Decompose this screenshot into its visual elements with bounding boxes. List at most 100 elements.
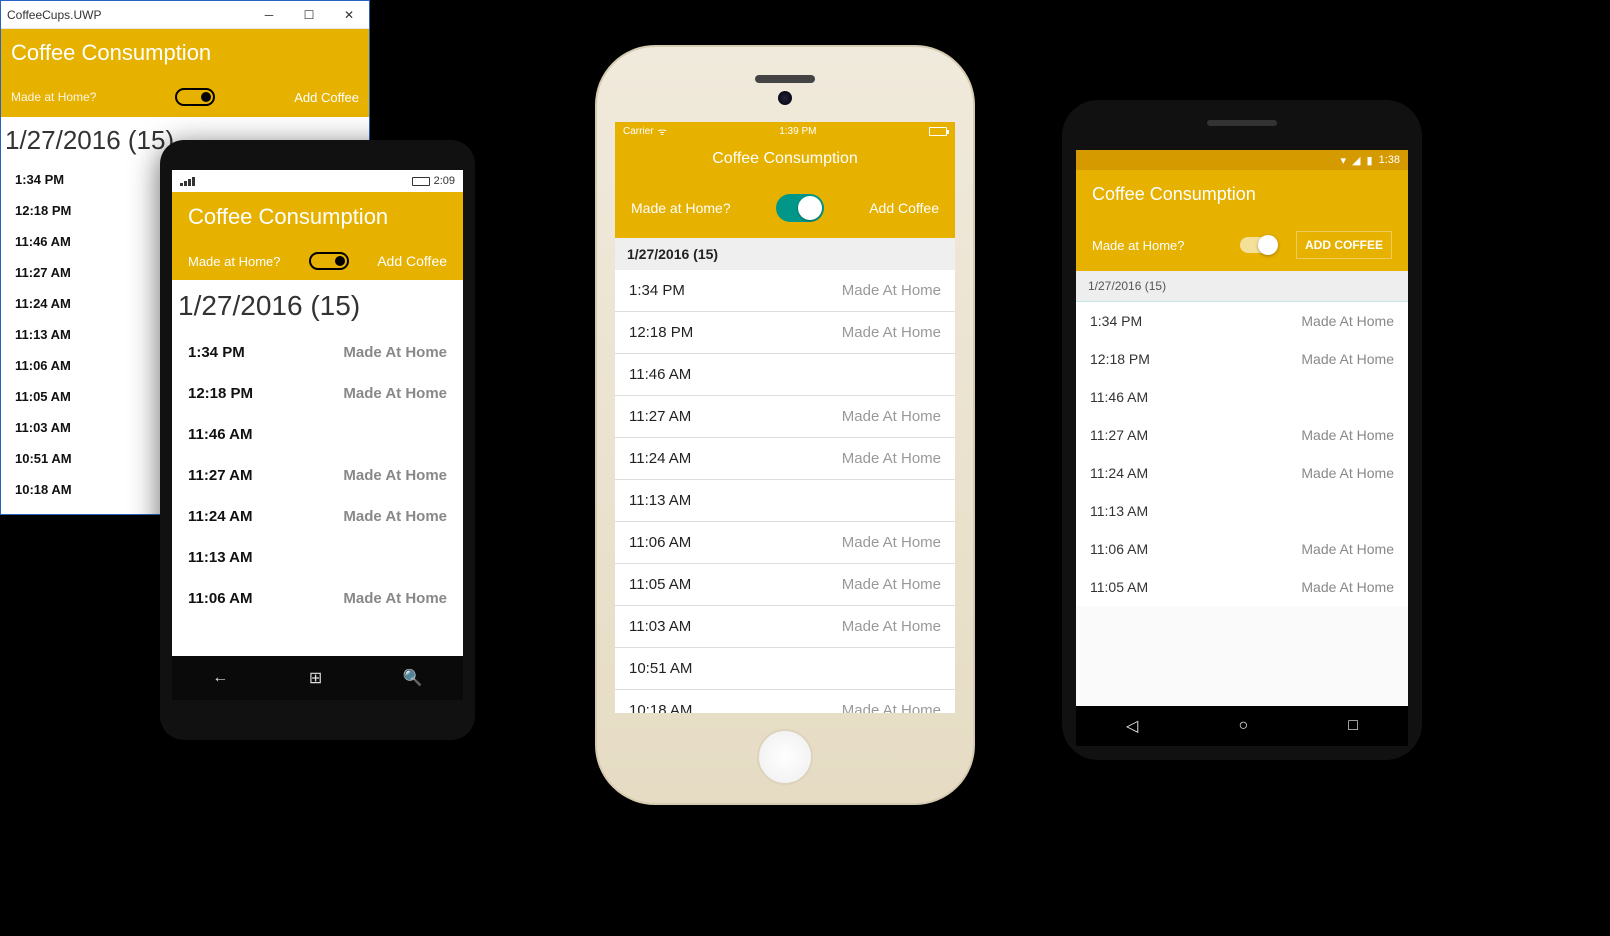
- list-item[interactable]: 1:34 PM Made At Home: [172, 332, 463, 373]
- item-location: Made At Home: [842, 534, 941, 551]
- status-time: 1:39 PM: [779, 126, 816, 137]
- item-location: Made At Home: [842, 702, 941, 713]
- item-time: 11:06 AM: [629, 534, 691, 551]
- ios-header: Coffee Consumption: [615, 140, 955, 178]
- list-item[interactable]: 11:06 AM Made At Home: [172, 578, 463, 619]
- list-item[interactable]: 11:06 AM Made At Home: [1076, 530, 1408, 568]
- list-item[interactable]: 11:46 AM: [1076, 378, 1408, 416]
- list-item[interactable]: 11:13 AM: [172, 537, 463, 578]
- list-item[interactable]: 11:13 AM: [615, 480, 955, 522]
- item-location: Made At Home: [842, 576, 941, 593]
- winphone-screen: 2:09 Coffee Consumption Made at Home? Ad…: [172, 170, 463, 700]
- and-list[interactable]: 1:34 PM Made At Home 12:18 PM Made At Ho…: [1076, 302, 1408, 706]
- made-at-home-toggle[interactable]: [175, 88, 215, 106]
- add-coffee-button[interactable]: Add Coffee: [377, 253, 447, 269]
- uwp-toolbar: Made at Home? Add Coffee: [1, 77, 369, 117]
- maximize-button[interactable]: ☐: [289, 1, 329, 28]
- item-time: 11:27 AM: [15, 265, 71, 280]
- list-item[interactable]: 11:06 AM Made At Home: [615, 522, 955, 564]
- toggle-label: Made at Home?: [188, 254, 281, 269]
- battery-icon: [929, 127, 947, 136]
- recents-icon[interactable]: □: [1348, 717, 1358, 735]
- item-time: 11:27 AM: [188, 467, 252, 484]
- list-item[interactable]: 12:18 PM Made At Home: [615, 312, 955, 354]
- home-icon[interactable]: ○: [1238, 717, 1248, 735]
- item-location: Made At Home: [343, 467, 447, 484]
- minimize-button[interactable]: ─: [249, 1, 289, 28]
- item-location: Made At Home: [1301, 427, 1394, 443]
- item-time: 11:05 AM: [15, 389, 71, 404]
- list-item[interactable]: 11:27 AM Made At Home: [172, 455, 463, 496]
- list-item[interactable]: 11:27 AM Made At Home: [1076, 416, 1408, 454]
- item-time: 10:18 AM: [15, 482, 72, 497]
- list-item[interactable]: 11:03 AM Made At Home: [615, 606, 955, 648]
- ios-toolbar: Made at Home? Add Coffee: [615, 178, 955, 238]
- item-time: 12:18 PM: [15, 203, 71, 218]
- item-location: Made At Home: [842, 282, 941, 299]
- battery-icon: [412, 177, 430, 186]
- item-location: Made At Home: [1301, 313, 1394, 329]
- list-item[interactable]: 1:34 PM Made At Home: [615, 270, 955, 312]
- list-item[interactable]: 11:46 AM: [615, 354, 955, 396]
- wp-toolbar: Made at Home? Add Coffee: [172, 242, 463, 280]
- close-button[interactable]: ✕: [329, 1, 369, 28]
- iphone-device: Carrier ᯤ 1:39 PM Coffee Consumption Mad…: [595, 45, 975, 805]
- status-time: 2:09: [434, 175, 455, 187]
- item-location: Made At Home: [343, 508, 447, 525]
- item-time: 11:05 AM: [629, 576, 691, 593]
- list-item[interactable]: 10:51 AM: [615, 648, 955, 690]
- list-item[interactable]: 11:24 AM Made At Home: [172, 496, 463, 537]
- list-item[interactable]: 11:05 AM Made At Home: [615, 564, 955, 606]
- made-at-home-toggle[interactable]: [1240, 237, 1276, 253]
- item-time: 11:46 AM: [1090, 389, 1148, 405]
- list-item[interactable]: 11:27 AM Made At Home: [615, 396, 955, 438]
- add-coffee-button[interactable]: ADD COFFEE: [1296, 231, 1392, 259]
- list-item[interactable]: 11:13 AM: [1076, 492, 1408, 530]
- wp-list[interactable]: 1:34 PM Made At Home 12:18 PM Made At Ho…: [172, 332, 463, 656]
- made-at-home-toggle[interactable]: [309, 252, 349, 270]
- page-title: Coffee Consumption: [712, 150, 858, 167]
- add-coffee-button[interactable]: Add Coffee: [294, 90, 359, 105]
- home-button[interactable]: [757, 729, 813, 785]
- back-icon[interactable]: ←: [212, 669, 228, 687]
- item-time: 11:46 AM: [629, 366, 691, 383]
- item-location: Made At Home: [842, 408, 941, 425]
- search-icon[interactable]: 🔍: [403, 668, 423, 688]
- toggle-label: Made at Home?: [1092, 238, 1185, 253]
- list-item[interactable]: 11:24 AM Made At Home: [1076, 454, 1408, 492]
- item-time: 11:27 AM: [1090, 427, 1148, 443]
- list-item[interactable]: 11:05 AM Made At Home: [1076, 568, 1408, 606]
- ios-screen: Carrier ᯤ 1:39 PM Coffee Consumption Mad…: [615, 122, 955, 713]
- item-location: Made At Home: [842, 324, 941, 341]
- group-header: 1/27/2016 (15): [615, 238, 955, 270]
- item-time: 1:34 PM: [15, 172, 64, 187]
- list-item[interactable]: 12:18 PM Made At Home: [1076, 340, 1408, 378]
- ios-list[interactable]: 1:34 PM Made At Home 12:18 PM Made At Ho…: [615, 270, 955, 713]
- item-time: 11:24 AM: [629, 450, 691, 467]
- list-item[interactable]: 11:24 AM Made At Home: [615, 438, 955, 480]
- wp-navbar: ← ⊞ 🔍: [172, 656, 463, 700]
- list-item[interactable]: 10:18 AM Made At Home: [615, 690, 955, 713]
- window-controls: ─ ☐ ✕: [249, 1, 369, 28]
- android-navbar: ◁ ○ □: [1076, 706, 1408, 746]
- item-time: 12:18 PM: [629, 324, 693, 341]
- windows-icon[interactable]: ⊞: [309, 668, 322, 688]
- list-item[interactable]: 11:46 AM: [172, 414, 463, 455]
- item-location: Made At Home: [343, 344, 447, 361]
- item-time: 12:18 PM: [1090, 351, 1150, 367]
- add-coffee-button[interactable]: Add Coffee: [869, 200, 939, 216]
- item-time: 11:06 AM: [15, 358, 71, 373]
- status-bar: ▾ ◢ ▮ 1:38: [1076, 150, 1408, 170]
- list-item[interactable]: 12:18 PM Made At Home: [172, 373, 463, 414]
- android-device: ▾ ◢ ▮ 1:38 Coffee Consumption Made at Ho…: [1062, 100, 1422, 760]
- made-at-home-toggle[interactable]: [776, 194, 824, 222]
- item-location: Made At Home: [842, 450, 941, 467]
- list-item[interactable]: 1:34 PM Made At Home: [1076, 302, 1408, 340]
- item-time: 10:18 AM: [629, 702, 692, 713]
- item-time: 11:03 AM: [15, 420, 71, 435]
- wp-header: Coffee Consumption: [172, 192, 463, 242]
- item-time: 11:05 AM: [1090, 579, 1148, 595]
- signal-icon: [180, 177, 195, 186]
- item-time: 1:34 PM: [188, 344, 245, 361]
- back-icon[interactable]: ◁: [1126, 716, 1138, 736]
